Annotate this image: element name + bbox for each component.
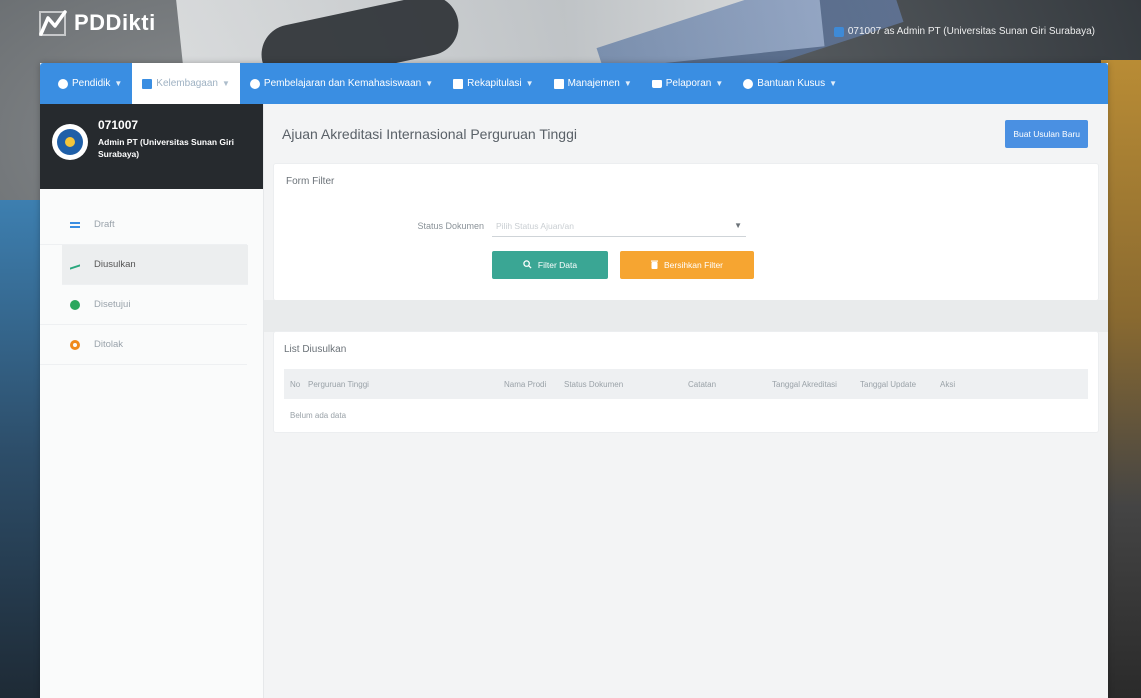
chevron-down-icon: ▼ xyxy=(715,79,724,88)
sidebar-item-disetujui[interactable]: Disetujui xyxy=(40,285,247,325)
sidebar-item-label: Ditolak xyxy=(94,339,124,350)
nav-manajemen[interactable]: Manajemen ▼ xyxy=(544,63,642,104)
profile-panel: 071007 Admin PT (Universitas Sunan Giri … xyxy=(40,104,263,189)
profile-id: 071007 xyxy=(98,118,139,132)
column-header: Tanggal Update xyxy=(860,379,917,389)
nav-label: Pembelajaran dan Kemahasiswaan xyxy=(263,78,422,89)
filter-data-label: Filter Data xyxy=(537,260,578,270)
proposals-table: No Perguruan Tinggi Nama Prodi Status Do… xyxy=(284,369,1088,432)
sidebar-item-label: Disetujui xyxy=(94,299,131,310)
filter-card-title: Form Filter xyxy=(286,176,335,187)
chevron-down-icon: ▼ xyxy=(829,79,838,88)
nav-label: Manajemen xyxy=(567,78,620,89)
folder-icon xyxy=(651,79,662,88)
user-icon xyxy=(249,78,260,89)
pddikti-logo-icon xyxy=(38,8,68,38)
list-card-title: List Diusulkan xyxy=(284,344,347,355)
empty-table-message: Belum ada data xyxy=(290,411,347,420)
chevron-down-icon: ▼ xyxy=(114,79,123,88)
sidebar: 071007 Admin PT (Universitas Sunan Giri … xyxy=(40,104,264,698)
status-select-placeholder: Pilih Status Ajuan/an xyxy=(496,220,574,231)
sidebar-item-draft[interactable]: Draft xyxy=(40,205,247,245)
avatar xyxy=(52,124,88,160)
column-header: Tanggal Akreditasi xyxy=(772,379,837,389)
column-header: Catatan xyxy=(688,379,717,389)
user-icon xyxy=(58,78,68,89)
chevron-down-icon: ▼ xyxy=(525,79,534,88)
title-row: Ajuan Akreditasi Internasional Perguruan… xyxy=(274,104,1098,164)
nav-kelembagaan[interactable]: Kelembagaan ▼ xyxy=(132,63,240,104)
chevron-down-icon: ▼ xyxy=(222,79,230,88)
nav-label: Pendidik xyxy=(72,78,111,89)
building-icon xyxy=(142,78,153,89)
search-icon xyxy=(523,259,532,271)
profile-name: Admin PT (Universitas Sunan Giri Surabay… xyxy=(98,137,235,159)
table-header: No Perguruan Tinggi Nama Prodi Status Do… xyxy=(284,369,1088,399)
nav-label: Kelembagaan xyxy=(156,78,218,89)
filter-data-button[interactable]: Filter Data xyxy=(492,251,608,279)
sidebar-menu: Draft Diusulkan Disetujui Ditolak xyxy=(40,189,263,365)
app-frame: Pendidik ▼ Kelembagaan ▼ Pembelajaran da… xyxy=(40,63,1108,698)
new-proposal-button[interactable]: Buat Usulan Baru xyxy=(1005,120,1088,148)
box-icon xyxy=(453,78,464,89)
list-card: List Diusulkan No Perguruan Tinggi Nama … xyxy=(274,332,1098,432)
chevron-down-icon: ▼ xyxy=(425,79,434,88)
filter-buttons: Filter Data Bersihkan Filter xyxy=(286,251,1086,279)
university-logo-icon xyxy=(57,129,83,155)
sidebar-item-label: Draft xyxy=(94,219,115,230)
section-separator xyxy=(264,300,1108,332)
list-icon xyxy=(70,221,80,228)
sidebar-item-diusulkan[interactable]: Diusulkan xyxy=(62,245,248,285)
user-icon xyxy=(833,26,844,37)
header-user-label: 071007 as Admin PT (Universitas Sunan Gi… xyxy=(847,26,1095,37)
header-user-menu[interactable]: 071007 as Admin PT (Universitas Sunan Gi… xyxy=(833,26,1095,37)
ring-icon xyxy=(70,339,80,350)
nav-label: Bantuan Kusus xyxy=(757,78,826,89)
chevron-down-icon: ▼ xyxy=(734,221,742,230)
check-circle-icon xyxy=(70,299,80,310)
column-header: Nama Prodi xyxy=(504,379,547,389)
status-filter-row: Status Dokumen Pilih Status Ajuan/an ▼ xyxy=(286,215,1086,237)
sidebar-item-ditolak[interactable]: Ditolak xyxy=(40,325,247,365)
chart-line-icon xyxy=(70,259,80,270)
page-title: Ajuan Akreditasi Internasional Perguruan… xyxy=(282,126,577,142)
nav-label: Rekapitulasi xyxy=(467,78,522,89)
main-content: Ajuan Akreditasi Internasional Perguruan… xyxy=(264,104,1108,698)
column-header: No xyxy=(290,379,301,389)
chevron-down-icon: ▼ xyxy=(623,79,632,88)
nav-label: Pelaporan xyxy=(665,78,712,89)
file-icon xyxy=(553,78,564,89)
nav-pelaporan[interactable]: Pelaporan ▼ xyxy=(642,63,734,104)
trash-icon xyxy=(650,260,658,271)
user-icon xyxy=(743,78,754,89)
sidebar-item-label: Diusulkan xyxy=(94,259,136,270)
status-label: Status Dokumen xyxy=(417,221,484,231)
column-header: Aksi xyxy=(940,379,956,389)
brand-logo[interactable]: PDDikti xyxy=(38,8,156,38)
column-header: Perguruan Tinggi xyxy=(308,379,369,389)
top-navbar: Pendidik ▼ Kelembagaan ▼ Pembelajaran da… xyxy=(40,63,1108,104)
nav-pembelajaran[interactable]: Pembelajaran dan Kemahasiswaan ▼ xyxy=(240,63,443,104)
filter-card: Form Filter Status Dokumen Pilih Status … xyxy=(274,164,1098,300)
clear-filter-label: Bersihkan Filter xyxy=(663,260,724,270)
nav-bantuan[interactable]: Bantuan Kusus ▼ xyxy=(733,63,847,104)
column-header: Status Dokumen xyxy=(564,379,624,389)
brand-name: PDDikti xyxy=(74,10,156,35)
status-select[interactable]: Pilih Status Ajuan/an ▼ xyxy=(492,215,746,237)
nav-pendidik[interactable]: Pendidik ▼ xyxy=(48,63,132,104)
nav-rekapitulasi[interactable]: Rekapitulasi ▼ xyxy=(443,63,543,104)
clear-filter-button[interactable]: Bersihkan Filter xyxy=(620,251,754,279)
